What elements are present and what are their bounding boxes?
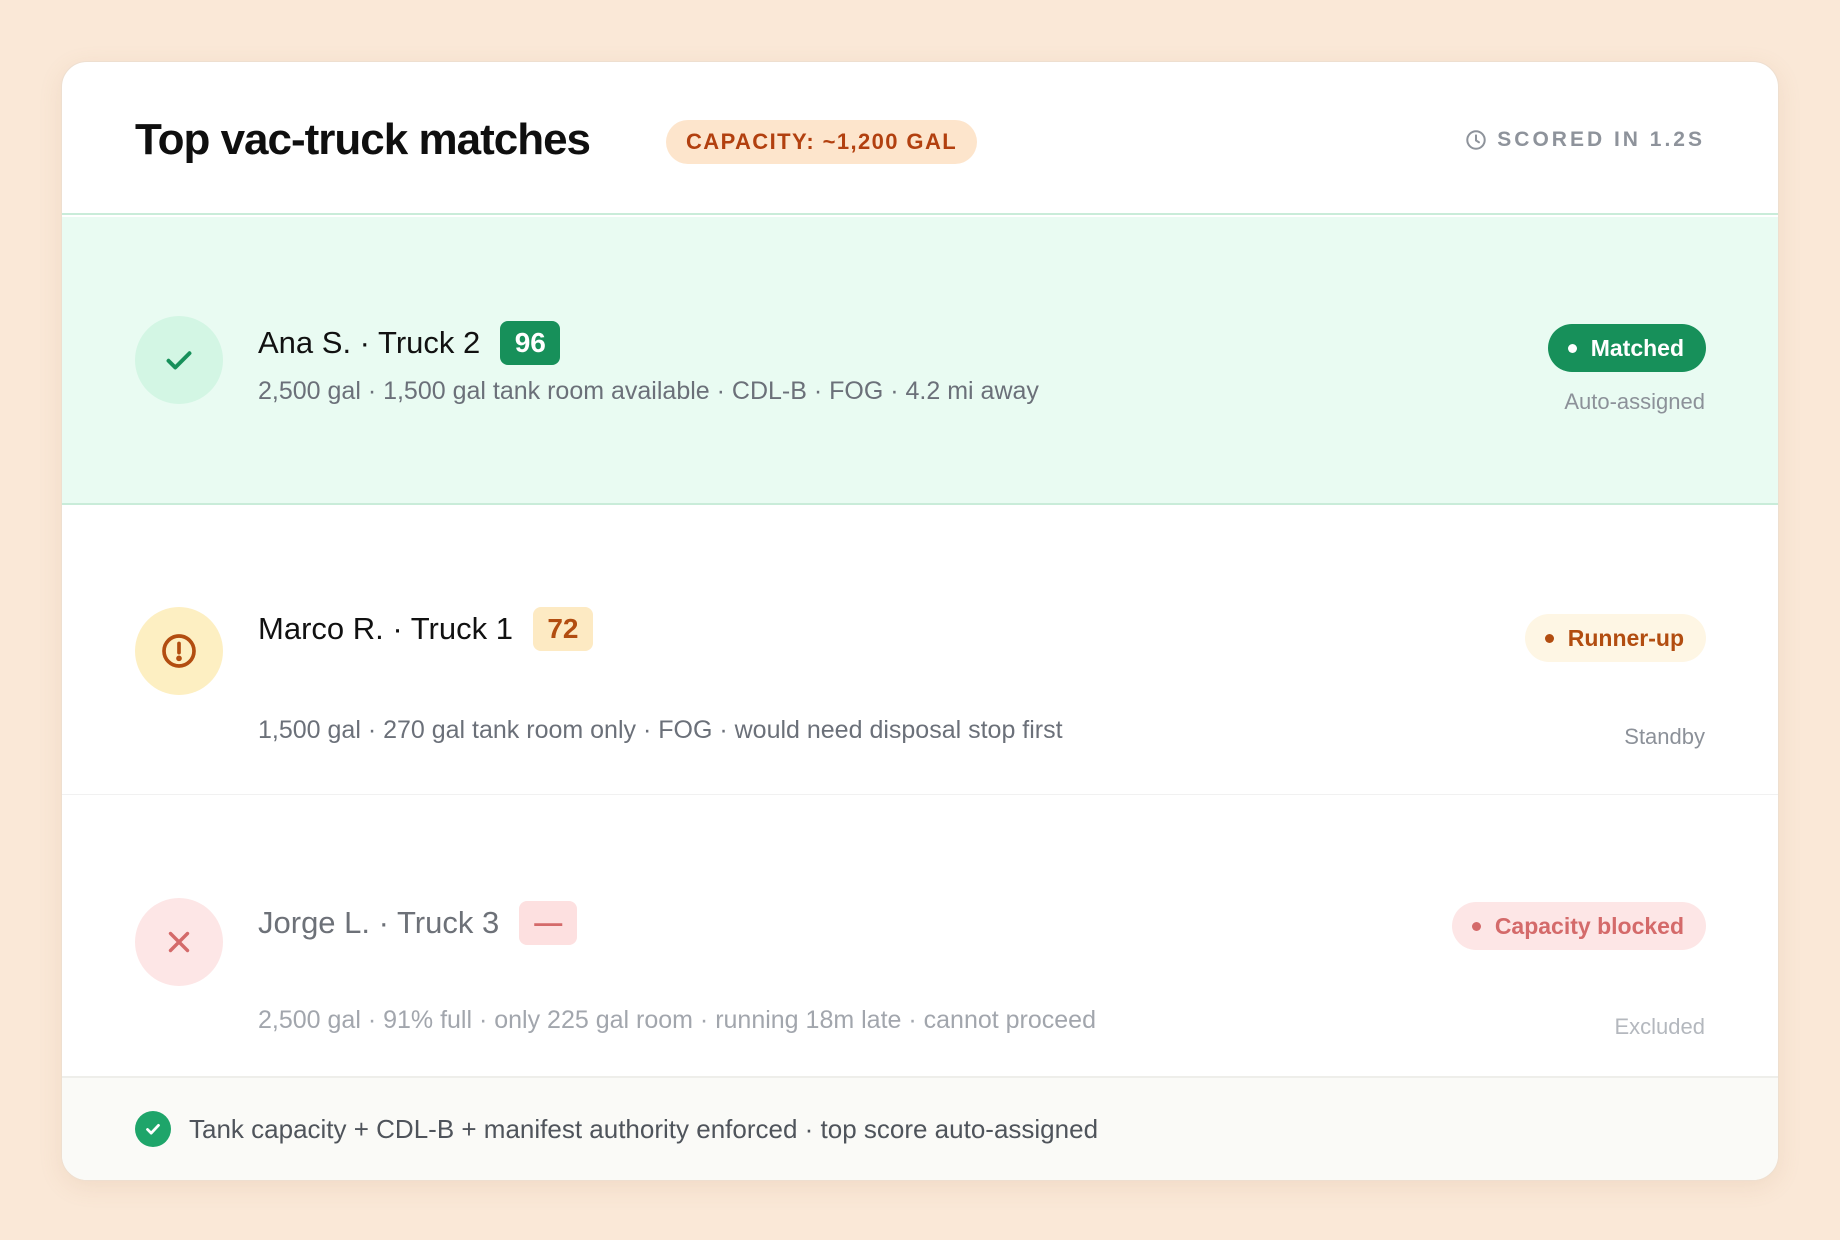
runner-up-status-circle — [135, 607, 223, 695]
scored-time: SCORED IN 1.2S — [1465, 128, 1705, 152]
score-badge: 72 — [532, 607, 593, 651]
match-details: 2,500 gal · 91% full · only 225 gal room… — [258, 1006, 1096, 1034]
capacity-badge: CAPACITY: ~1,200 GAL — [666, 120, 978, 164]
matched-status-circle — [135, 316, 223, 404]
check-icon — [166, 351, 192, 370]
match-row-jorge[interactable]: Jorge L. · Truck 3 — 2,500 gal · 91% ful… — [62, 796, 1778, 1086]
status-dot — [1567, 343, 1577, 353]
driver-truck-name: Jorge L. · Truck 3 — [258, 905, 500, 940]
warning-icon — [162, 634, 196, 668]
match-details: 1,500 gal · 270 gal tank room only · FOG… — [258, 716, 1063, 744]
driver-truck-name: Marco R. · Truck 1 — [258, 611, 513, 646]
match-row-marco[interactable]: Marco R. · Truck 1 72 1,500 gal · 270 ga… — [62, 507, 1778, 795]
blocked-status-circle — [135, 898, 223, 986]
footer-text: Tank capacity + CDL-B + manifest authori… — [189, 1113, 1099, 1144]
score-badge: — — [519, 901, 578, 945]
match-name-line: Marco R. · Truck 1 72 — [258, 607, 593, 651]
status-label: Runner-up — [1567, 624, 1684, 651]
page-title: Top vac-truck matches — [135, 115, 591, 164]
x-icon — [168, 931, 190, 953]
clock-icon — [1466, 130, 1486, 150]
status-dot — [1544, 633, 1554, 643]
status-label: Matched — [1590, 334, 1684, 361]
status-badge-capacity-blocked[interactable]: Capacity blocked — [1451, 902, 1706, 950]
score-badge: 96 — [500, 321, 561, 365]
check-circle-icon — [135, 1111, 171, 1147]
driver-truck-name: Ana S. · Truck 2 — [258, 325, 481, 360]
matches-card: Top vac-truck matches CAPACITY: ~1,200 G… — [61, 61, 1779, 1181]
sub-status: Excluded — [1614, 1014, 1705, 1039]
status-badge-matched[interactable]: Matched — [1547, 324, 1706, 372]
match-row-ana[interactable]: Ana S. · Truck 2 96 2,500 gal · 1,500 ga… — [62, 217, 1778, 505]
status-label: Capacity blocked — [1494, 912, 1684, 939]
card-footer: Tank capacity + CDL-B + manifest authori… — [62, 1076, 1778, 1180]
status-dot — [1471, 921, 1481, 931]
status-badge-runner-up[interactable]: Runner-up — [1524, 614, 1706, 662]
card-header: Top vac-truck matches CAPACITY: ~1,200 G… — [62, 62, 1778, 215]
scored-label: SCORED IN 1.2S — [1497, 128, 1705, 151]
sub-status: Standby — [1624, 724, 1705, 749]
sub-status: Auto-assigned — [1564, 389, 1705, 414]
match-details: 2,500 gal · 1,500 gal tank room availabl… — [258, 377, 1039, 405]
match-name-line: Jorge L. · Truck 3 — — [258, 901, 578, 945]
match-name-line: Ana S. · Truck 2 96 — [258, 321, 561, 365]
